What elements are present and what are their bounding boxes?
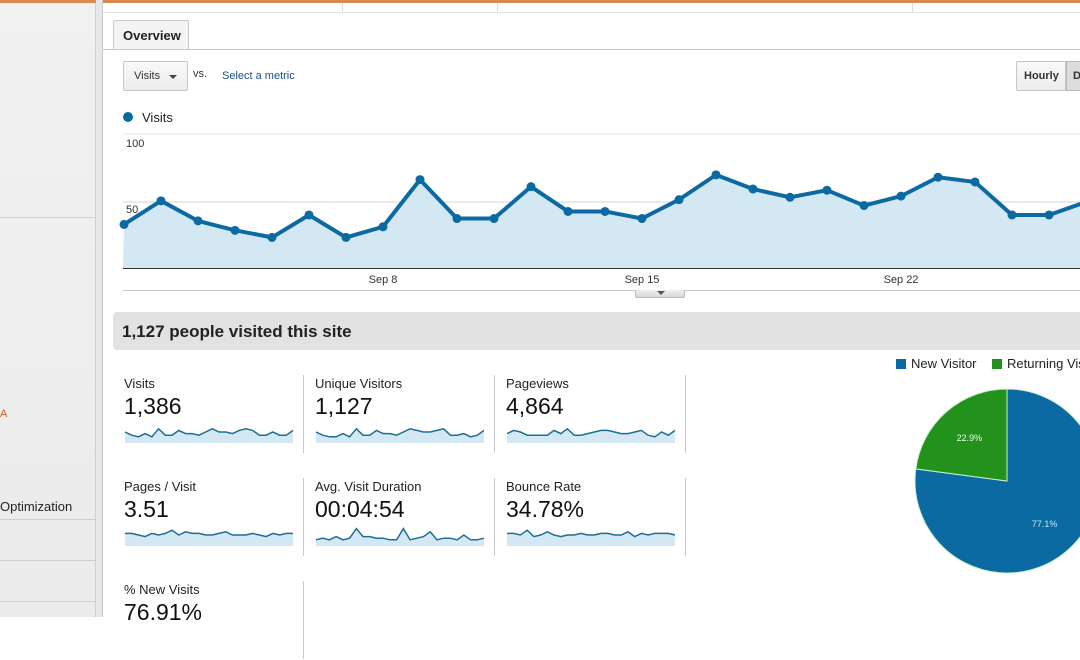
data-point (822, 185, 832, 195)
sparkline (125, 529, 293, 546)
data-point (859, 201, 869, 211)
data-point (119, 219, 129, 229)
stat-card[interactable]: Avg. Visit Duration 00:04:54 (315, 479, 485, 557)
stat-card[interactable]: Unique Visitors 1,127 (315, 376, 485, 454)
summary-headline: 1,127 people visited this site (122, 322, 352, 341)
stat-divider (494, 375, 495, 453)
collapse-chart-handle[interactable] (635, 290, 685, 298)
sparkline-area (316, 528, 484, 546)
sidebar-item-optimization[interactable]: Optimization (0, 499, 72, 514)
data-point (341, 232, 351, 242)
stat-divider (685, 478, 686, 556)
data-point (785, 192, 795, 202)
pie-slice-label: 22.9% (957, 433, 983, 443)
summary-bar: 1,127 people visited this site (113, 312, 1080, 350)
sparkline (124, 427, 294, 443)
pie-slice (914, 388, 1080, 574)
pie-slice (915, 388, 1008, 482)
stat-label: % New Visits (124, 582, 200, 597)
sparkline-area (507, 530, 675, 546)
data-point (600, 206, 610, 216)
stat-label: Unique Visitors (315, 376, 403, 391)
stat-divider (494, 478, 495, 556)
stat-divider (303, 581, 304, 659)
data-point (230, 225, 240, 235)
data-point (267, 232, 277, 242)
sparkline (507, 529, 676, 546)
data-point (526, 182, 536, 192)
data-point (674, 195, 684, 205)
returning-visitor-swatch-icon (992, 359, 1002, 369)
stat-value: 76.91% (124, 599, 203, 625)
data-point (378, 222, 388, 232)
pie-legend-new-label: New Visitor (911, 356, 977, 371)
data-point (933, 172, 943, 182)
stat-divider (685, 375, 686, 453)
stat-card[interactable]: Bounce Rate 34.78% (506, 479, 676, 557)
stat-card[interactable]: Pageviews 4,864 (506, 376, 676, 454)
data-point (896, 191, 906, 201)
data-point (452, 214, 462, 224)
pie-legend-returning: Returning Visitor (992, 356, 1080, 371)
pie-legend-returning-label: Returning Visitor (1007, 356, 1080, 371)
stat-divider (303, 375, 304, 453)
stat-value: 1,127 (315, 393, 373, 419)
stat-label: Pages / Visit (124, 479, 197, 494)
stat-value: 34.78% (506, 496, 585, 522)
data-point (156, 196, 166, 206)
sidebar-divider (0, 560, 95, 561)
sparkline-area (125, 530, 293, 546)
stat-value: 3.51 (124, 496, 169, 522)
stat-label: Pageviews (506, 376, 569, 391)
new-visitor-swatch-icon (896, 359, 906, 369)
pie-slice-label: 77.1% (1032, 519, 1058, 529)
data-point (489, 214, 499, 224)
sparkline (315, 527, 485, 546)
pie-legend-new: New Visitor (896, 356, 977, 371)
visits-area (123, 174, 1080, 268)
data-point (1007, 210, 1017, 220)
stat-value: 4,864 (506, 393, 564, 419)
stat-value: 1,386 (124, 393, 182, 419)
data-point (415, 175, 425, 185)
data-point (970, 177, 980, 187)
stat-card[interactable]: Pages / Visit 3.51 (124, 479, 294, 557)
stat-label: Avg. Visit Duration (315, 479, 422, 494)
data-point (193, 216, 203, 226)
data-point (1044, 210, 1054, 220)
stat-divider (303, 478, 304, 556)
stat-card[interactable]: % New Visits 76.91% (124, 582, 294, 660)
x-tick-label: Sep 15 (624, 274, 660, 286)
stat-label: Bounce Rate (506, 479, 582, 494)
caret-down-icon (657, 291, 665, 295)
data-point (711, 170, 721, 180)
sparkline (506, 427, 676, 443)
sidebar-divider (0, 601, 95, 602)
x-tick-label: Sep 22 (883, 274, 919, 286)
sidebar-item-partial[interactable]: A (0, 408, 7, 420)
sparkline (315, 427, 485, 443)
stat-label: Visits (124, 376, 155, 391)
visits-line-chart: 10050 (119, 133, 1080, 291)
stat-value: 00:04:54 (315, 496, 405, 522)
data-point (748, 184, 758, 194)
sidebar-divider (0, 519, 95, 520)
data-point (304, 210, 314, 220)
y-tick-label: 100 (126, 138, 144, 150)
data-point (637, 214, 647, 224)
sparkline-area (316, 428, 484, 443)
x-tick-label: Sep 8 (368, 274, 398, 286)
data-point (563, 206, 573, 216)
stat-card[interactable]: Visits 1,386 (124, 376, 294, 454)
